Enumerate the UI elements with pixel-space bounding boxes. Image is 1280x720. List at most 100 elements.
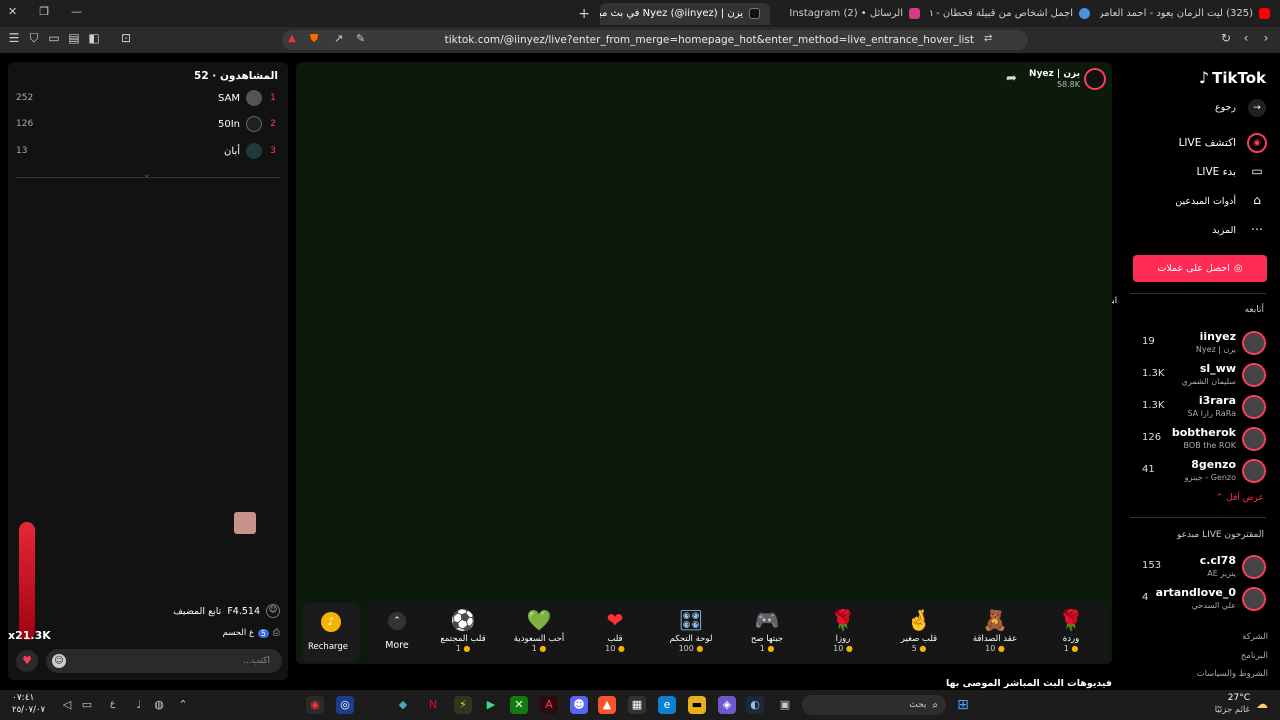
nav-explore-live[interactable]: اكتشف LIVE	[1179, 137, 1236, 149]
followed-account[interactable]: c.cl78 ينزيز AE 153	[1134, 552, 1266, 582]
weather-desc[interactable]: غائم جزئيًا	[1215, 705, 1250, 715]
app-icon[interactable]: ◉	[306, 696, 324, 714]
taskview-icon[interactable]: ▣	[776, 696, 794, 714]
sidebar-icon[interactable]: ◧	[84, 31, 104, 45]
brave-taskbar-icon[interactable]: ▲	[598, 696, 616, 714]
chevron-down-icon[interactable]: ⌄	[143, 170, 151, 180]
more-gifts-button[interactable]: ⌃ More	[382, 612, 412, 658]
reader-icon[interactable]: ▤	[64, 31, 84, 45]
gift-item[interactable]: 🎮 جبتها صح 1 ●	[737, 608, 797, 653]
emoji-icon[interactable]: ☺	[52, 654, 66, 668]
gift-item[interactable]: 🌹 روزا 10 ●	[813, 608, 873, 653]
viewer-row[interactable]: 3 أبان	[224, 143, 278, 159]
app-icon[interactable]: ⚡	[454, 696, 472, 714]
tab-instagram[interactable]: الرسائل • Instagram (2)	[770, 3, 930, 25]
nav-creator-tools[interactable]: أدوات المبدعين	[1175, 196, 1236, 207]
clock-date[interactable]: ٢٥/٠٧/٠٧	[12, 705, 45, 715]
taskbar-search[interactable]: ⌕ بحث	[802, 695, 946, 715]
adobe-icon[interactable]: A	[540, 696, 558, 714]
url-bar[interactable]: tiktok.com/@iinyez/live?enter_from_merge…	[282, 30, 1028, 50]
chat-input[interactable]: اكتب...	[46, 649, 282, 673]
gift-item[interactable]: ❤ قلب 10 ●	[585, 608, 645, 653]
get-coins-button[interactable]: ◎ احصل على عملات	[1133, 255, 1267, 282]
copilot-icon[interactable]: ◍	[150, 696, 168, 714]
forward-icon[interactable]: ›	[1256, 31, 1276, 45]
share-page-icon[interactable]: ↗	[334, 32, 343, 45]
followed-account[interactable]: i3rara RaRa رارا SA 1.3K	[1134, 392, 1266, 422]
viewer-row[interactable]: 2 50In	[218, 116, 278, 132]
show-less-label: عرض أقل	[1226, 493, 1264, 503]
site-info-icon[interactable]: ⇄	[984, 33, 992, 44]
back-link[interactable]: رجوع	[1215, 102, 1236, 113]
explorer-icon[interactable]: ▬	[688, 696, 706, 714]
home-icon[interactable]: ⌂	[1248, 193, 1266, 211]
followed-account[interactable]: sl_ww سليمان الشمري 1.3K	[1134, 360, 1266, 390]
weather-temp[interactable]: 27°C	[1228, 693, 1250, 703]
netflix-icon[interactable]: N	[424, 696, 442, 714]
tiktok-logo[interactable]: ♪ TikTok	[1199, 68, 1266, 87]
brave-rewards-icon[interactable]: ▲	[288, 33, 296, 44]
battery-icon[interactable]: ▭	[78, 696, 96, 714]
live-video[interactable]	[296, 62, 1112, 664]
shield-icon[interactable]: ⛉	[24, 31, 44, 46]
followed-account[interactable]: artandlove_0 علي السدحي 4	[1134, 584, 1266, 614]
discord-icon[interactable]: ☻	[570, 696, 588, 714]
host-info[interactable]: يزن | Nyez 58.8K	[1029, 68, 1106, 92]
weather-icon[interactable]: ☁	[1256, 697, 1268, 711]
gift-item[interactable]: 🤞 قلب صغير 5 ●	[889, 608, 949, 653]
edge-icon[interactable]: e	[658, 696, 676, 714]
close-window-icon[interactable]: ✕	[8, 5, 17, 18]
xbox-icon[interactable]: ✕	[510, 696, 528, 714]
play-icon[interactable]: ▶	[482, 696, 500, 714]
back-arrow-icon[interactable]: →	[1248, 99, 1266, 117]
camera-icon[interactable]: ▭	[1248, 164, 1266, 182]
gift-button[interactable]: ♥	[16, 650, 38, 672]
show-less[interactable]: عرض أقل ⌃	[1216, 493, 1264, 503]
brave-app-icon[interactable]: ◈	[718, 696, 736, 714]
footer-company[interactable]: الشركة	[1242, 632, 1268, 642]
followed-account[interactable]: bobtherok BOB the ROK 126	[1134, 424, 1266, 454]
nav-start-live[interactable]: بدء LIVE	[1197, 166, 1236, 178]
viewer-row[interactable]: 1 SAM	[218, 90, 278, 106]
followed-account[interactable]: 8genzo Genzo - جينزو 41	[1134, 456, 1266, 486]
gift-item[interactable]: 💚 أحب السعودية 1 ●	[509, 608, 569, 653]
tab-youtube[interactable]: (325) ليت الزمان يعود - احمد العامري | .…	[1100, 3, 1280, 25]
windows-start-icon[interactable]: ⊞	[954, 696, 972, 714]
maximize-icon[interactable]: ❐	[39, 5, 49, 18]
edit-icon[interactable]: ✎	[356, 32, 365, 45]
tab-search[interactable]: اجمل اشخاص من قبيلة قحطان - Search	[930, 3, 1100, 25]
gift-item[interactable]: ⚽ قلب المجتمع 1 ●	[433, 608, 493, 653]
app-icon[interactable]: ◎	[336, 696, 354, 714]
footer-program[interactable]: البرنامج	[1241, 651, 1268, 661]
reload-icon[interactable]: ↻	[1216, 31, 1236, 45]
nav-more[interactable]: المزيد	[1212, 225, 1236, 236]
host-follow-row[interactable]: ☺ F4.514 تابع المضيف	[150, 603, 280, 619]
live-explore-icon[interactable]: ◉	[1247, 133, 1267, 153]
back-icon[interactable]: ‹	[1236, 31, 1256, 45]
gift-item[interactable]: 🎛 لوحة التحكم 100 ●	[661, 608, 721, 653]
recharge-button[interactable]: ♪ Recharge	[302, 603, 360, 663]
wallet-icon[interactable]: ▭	[44, 31, 64, 45]
store-icon[interactable]: ▦	[628, 696, 646, 714]
drop-icon[interactable]: ◆	[394, 696, 412, 714]
steam-icon[interactable]: ◐	[746, 696, 764, 714]
gift-item[interactable]: 🌹 وردة 1 ●	[1041, 608, 1101, 653]
instagram-icon	[909, 8, 920, 19]
more-dots-icon[interactable]: ⋯	[1248, 222, 1266, 240]
screenshot-icon[interactable]: ⊡	[116, 31, 136, 45]
mic-icon[interactable]: ♩	[130, 696, 148, 714]
minimize-icon[interactable]: —	[71, 5, 82, 18]
brave-shields-icon[interactable]: ⛊	[310, 32, 318, 46]
share-icon[interactable]: ➦	[1006, 71, 1017, 86]
tab-tiktok[interactable]: يزن | Nyez (@iinyez) في بث مباشر ✕	[600, 2, 770, 25]
new-tab-button[interactable]: +	[576, 3, 600, 25]
followed-account[interactable]: iinyez يزن | Nyez 19	[1134, 328, 1266, 358]
menu-icon[interactable]: ☰	[4, 31, 24, 45]
chevron-up-icon[interactable]: ⌃	[174, 696, 192, 714]
footer-terms[interactable]: الشروط والسياسات	[1197, 669, 1268, 679]
clock-time[interactable]: ٠٧:٤١	[12, 693, 34, 703]
language-indicator[interactable]: ع	[110, 699, 115, 709]
volume-icon[interactable]: ◁	[58, 696, 76, 714]
ranking-row[interactable]: ⎙ 5 ع الحسم	[190, 626, 280, 640]
gift-item[interactable]: 🧸 عقد الصداقة 10 ●	[965, 608, 1025, 653]
